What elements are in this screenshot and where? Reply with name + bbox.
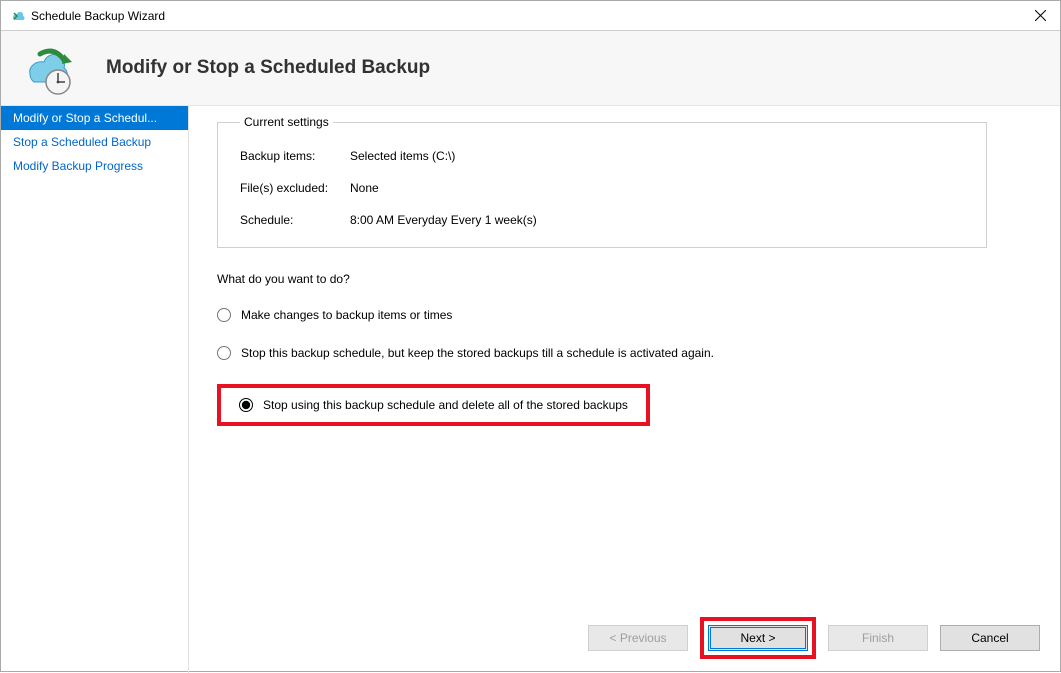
radio-make-changes[interactable] <box>217 308 231 322</box>
sidebar-item-modify-progress[interactable]: Modify Backup Progress <box>1 154 188 178</box>
close-button[interactable] <box>1022 2 1058 30</box>
settings-value: Selected items (C:\) <box>350 149 455 163</box>
wizard-body: Modify or Stop a Schedul... Stop a Sched… <box>1 106 1060 673</box>
settings-row-excluded: File(s) excluded: None <box>240 181 964 195</box>
radio-label: Stop using this backup schedule and dele… <box>263 398 628 412</box>
radio-label: Stop this backup schedule, but keep the … <box>241 346 714 360</box>
option-make-changes[interactable]: Make changes to backup items or times <box>217 308 1032 322</box>
highlighted-option-box: Stop using this backup schedule and dele… <box>217 384 650 426</box>
wizard-footer: < Previous Next > Finish Cancel <box>588 617 1040 659</box>
settings-label: Schedule: <box>240 213 350 227</box>
current-settings-group: Current settings Backup items: Selected … <box>217 122 987 248</box>
page-title: Modify or Stop a Scheduled Backup <box>106 57 430 79</box>
option-stop-delete[interactable]: Stop using this backup schedule and dele… <box>239 398 628 412</box>
settings-row-schedule: Schedule: 8:00 AM Everyday Every 1 week(… <box>240 213 964 227</box>
next-button[interactable]: Next > <box>708 625 808 651</box>
settings-legend: Current settings <box>240 115 333 129</box>
radio-stop-delete[interactable] <box>239 398 253 412</box>
wizard-header: Modify or Stop a Scheduled Backup <box>1 31 1060 106</box>
sidebar-item-stop-scheduled[interactable]: Stop a Scheduled Backup <box>1 130 188 154</box>
settings-row-backup-items: Backup items: Selected items (C:\) <box>240 149 964 163</box>
radio-label: Make changes to backup items or times <box>241 308 452 322</box>
settings-value: 8:00 AM Everyday Every 1 week(s) <box>350 213 537 227</box>
settings-label: Backup items: <box>240 149 350 163</box>
settings-label: File(s) excluded: <box>240 181 350 195</box>
option-stop-keep[interactable]: Stop this backup schedule, but keep the … <box>217 346 1032 360</box>
window-title: Schedule Backup Wizard <box>31 9 1022 23</box>
settings-value: None <box>350 181 379 195</box>
radio-stop-keep[interactable] <box>217 346 231 360</box>
cancel-button[interactable]: Cancel <box>940 625 1040 651</box>
titlebar: Schedule Backup Wizard <box>1 1 1060 31</box>
sidebar-item-modify-stop[interactable]: Modify or Stop a Schedul... <box>1 106 188 130</box>
app-icon <box>9 8 25 24</box>
action-prompt: What do you want to do? <box>217 272 1032 286</box>
wizard-steps-sidebar: Modify or Stop a Schedul... Stop a Sched… <box>1 106 189 673</box>
wizard-main: Current settings Backup items: Selected … <box>189 106 1060 673</box>
finish-button: Finish <box>828 625 928 651</box>
previous-button: < Previous <box>588 625 688 651</box>
backup-cloud-icon <box>16 40 76 96</box>
highlighted-next-box: Next > <box>700 617 816 659</box>
